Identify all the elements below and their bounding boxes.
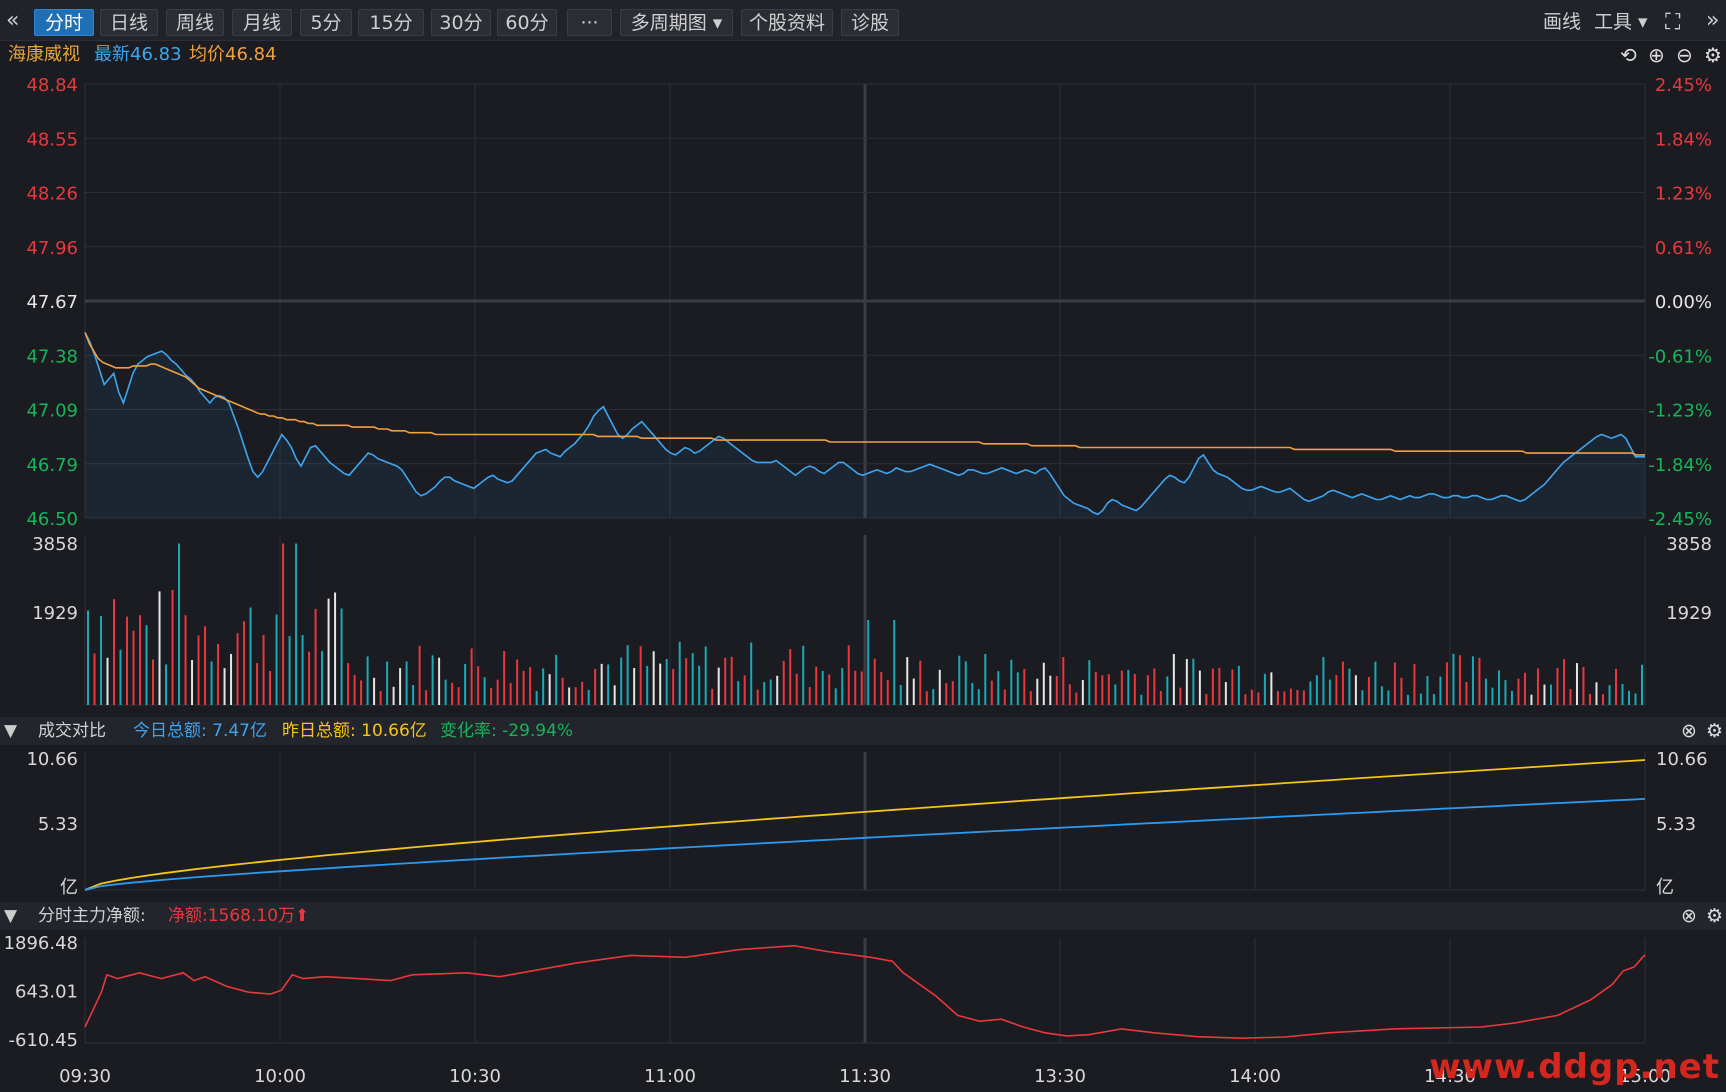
- time-tick-label: 09:30: [59, 1066, 111, 1087]
- zoom-in-icon[interactable]: ⊕: [1648, 41, 1665, 69]
- tab-4[interactable]: 5分: [300, 9, 352, 36]
- turnover-tick-label: 10.66: [26, 749, 78, 770]
- volume-bars: [87, 543, 1643, 705]
- price-tick-label: 48.26: [26, 184, 78, 205]
- turnover-panel-header: ▼ 成交对比 今日总额: 7.47亿 昨日总额: 10.66亿 变化率: -29…: [0, 717, 1726, 745]
- tab-11[interactable]: 诊股: [841, 9, 899, 36]
- tools-button[interactable]: 工具 ▾: [1594, 9, 1648, 36]
- tab-5[interactable]: 15分: [358, 9, 424, 36]
- pct-tick-label: -1.23%: [1648, 401, 1712, 422]
- volume-tick-label: 1929: [32, 603, 78, 624]
- turnover-tick-label: 亿: [1656, 877, 1674, 898]
- price-tick-label: 47.09: [26, 401, 78, 422]
- close-turnover-icon[interactable]: ⊗: [1681, 717, 1697, 745]
- price-area: [85, 332, 1645, 518]
- pct-tick-label: 0.61%: [1655, 238, 1712, 259]
- turnover-tick-label: 5.33: [1656, 814, 1696, 835]
- time-tick-label: 13:30: [1034, 1066, 1086, 1087]
- turnover-tick-label: 10.66: [1656, 749, 1708, 770]
- volume-tick-label: 3858: [1666, 534, 1712, 555]
- time-tick-label: 11:00: [644, 1066, 696, 1087]
- today-turnover-line: [84, 798, 1646, 891]
- latest-price: 最新46.83: [94, 44, 182, 65]
- netflow-tick-label: 1896.48: [4, 933, 78, 954]
- yesterday-turnover-line: [84, 759, 1646, 891]
- tab-0[interactable]: 分时: [34, 9, 94, 36]
- price-tick-label: 46.79: [26, 455, 78, 476]
- time-tick-label: 10:00: [254, 1066, 306, 1087]
- pct-tick-label: 0.00%: [1655, 292, 1712, 313]
- netflow-tick-label: -610.45: [9, 1030, 78, 1051]
- collapse-icon[interactable]: «: [6, 8, 19, 33]
- pct-tick-label: -2.45%: [1648, 509, 1712, 530]
- axis-labels: 48.84 2.45% 48.55 1.84% 48.26 1.23% 47.96 0.61%…: [4, 75, 1712, 1087]
- collapse-turnover-icon[interactable]: ▼: [4, 717, 17, 745]
- chart-lines: [84, 332, 1646, 1040]
- price-tick-label: 47.96: [26, 238, 78, 259]
- netflow-tick-label: 643.01: [15, 982, 78, 1003]
- price-fill: [85, 332, 1645, 518]
- tab-8[interactable]: ···: [567, 9, 612, 36]
- pct-tick-label: -0.61%: [1648, 346, 1712, 367]
- chart-toolbar: « 分时 日线 周线 月线 5分 15分 30分 60分 ··· 多周期图 ▾ 个股资料 诊股 画线 …: [0, 0, 1726, 41]
- turnover-settings-icon[interactable]: ⚙: [1706, 717, 1723, 745]
- turnover-tick-label: 亿: [60, 877, 78, 898]
- netflow-settings-icon[interactable]: ⚙: [1706, 902, 1723, 930]
- expand-icon[interactable]: »: [1706, 8, 1719, 33]
- tab-3[interactable]: 月线: [232, 9, 292, 36]
- volume-tick-label: 1929: [1666, 603, 1712, 624]
- pct-tick-label: 1.23%: [1655, 184, 1712, 205]
- net-flow-line: [84, 944, 1646, 1040]
- price-tick-label: 48.55: [26, 129, 78, 150]
- volume-tick-label: 3858: [32, 534, 78, 555]
- tab-7[interactable]: 60分: [497, 9, 557, 36]
- time-tick-label: 14:00: [1229, 1066, 1281, 1087]
- fullscreen-icon[interactable]: ⛶: [1665, 9, 1680, 36]
- collapse-netflow-icon[interactable]: ▼: [4, 902, 17, 930]
- tab-6[interactable]: 30分: [431, 9, 491, 36]
- tab-2[interactable]: 周线: [166, 9, 224, 36]
- net-amount: 净额:1568.10万⬆: [168, 906, 310, 926]
- netflow-title: 分时主力净额:: [38, 906, 146, 926]
- undo-icon[interactable]: ⟲: [1620, 41, 1637, 69]
- time-tick-label: 11:30: [839, 1066, 891, 1087]
- change-rate: 变化率: -29.94%: [440, 721, 574, 741]
- time-tick-label: 10:30: [449, 1066, 501, 1087]
- netflow-panel-header: ▼ 分时主力净额: 净额:1568.10万⬆ ⊗ ⚙: [0, 902, 1726, 930]
- price-tick-label: 48.84: [26, 75, 78, 96]
- turnover-title: 成交对比: [38, 721, 106, 741]
- zoom-out-icon[interactable]: ⊖: [1676, 41, 1693, 69]
- price-tick-label: 47.67: [26, 292, 78, 313]
- tab-10[interactable]: 个股资料: [741, 9, 833, 36]
- price-tick-label: 46.50: [26, 509, 78, 530]
- chart-grid: [84, 83, 1646, 1044]
- turnover-tick-label: 5.33: [38, 814, 78, 835]
- price-line: [84, 332, 1645, 516]
- pct-tick-label: -1.84%: [1648, 455, 1712, 476]
- draw-button[interactable]: 画线: [1543, 9, 1581, 36]
- stock-name: 海康威视: [8, 44, 80, 65]
- pct-tick-label: 1.84%: [1655, 129, 1712, 150]
- average-price: 均价46.84: [189, 44, 277, 65]
- avg-line: [84, 332, 1645, 456]
- pct-tick-label: 2.45%: [1655, 75, 1712, 96]
- today-total: 今日总额: 7.47亿: [133, 721, 267, 741]
- tab-1[interactable]: 日线: [100, 9, 158, 36]
- yesterday-total: 昨日总额: 10.66亿: [282, 721, 427, 741]
- watermark: www.ddgp.net: [1429, 1047, 1720, 1087]
- stock-info-bar: 海康威视 最新46.83 均价46.84 ⟲ ⊕ ⊖ ⚙: [0, 41, 1726, 69]
- tab-9[interactable]: 多周期图 ▾: [620, 9, 733, 36]
- close-netflow-icon[interactable]: ⊗: [1681, 902, 1697, 930]
- price-tick-label: 47.38: [26, 346, 78, 367]
- settings-icon[interactable]: ⚙: [1704, 41, 1722, 69]
